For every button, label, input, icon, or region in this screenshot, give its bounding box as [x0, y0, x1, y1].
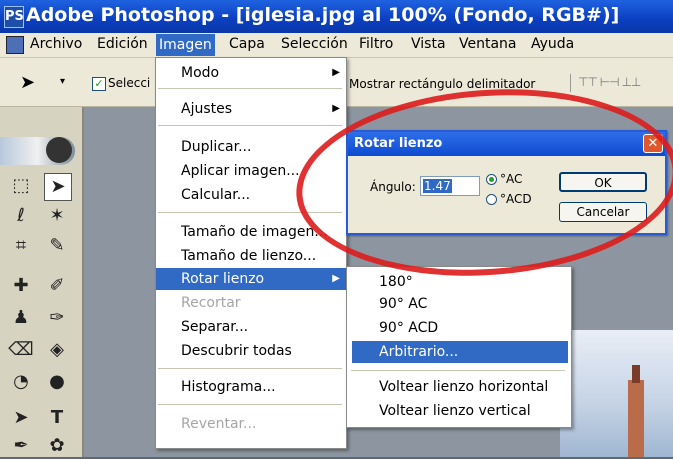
menu-item-recortar: Recortar: [181, 295, 241, 311]
submenu-item-arbitrario[interactable]: Arbitrario...: [352, 341, 568, 363]
pen-tool-icon[interactable]: ✒: [8, 433, 34, 459]
dodge-tool-icon[interactable]: ●: [44, 369, 70, 395]
menu-bar: Archivo Edición Imagen Capa Selección Fi…: [0, 33, 673, 58]
imagen-menu: Modo ▶ Ajustes ▶ Duplicar... Aplicar image…: [155, 57, 347, 449]
church-tower: [628, 380, 644, 457]
menu-item-tamano-lienzo[interactable]: Tamaño de lienzo...: [156, 245, 346, 267]
menu-ventana[interactable]: Ventana: [459, 36, 517, 52]
eye-logo-icon: [46, 137, 72, 163]
type-tool-icon[interactable]: T: [44, 405, 70, 431]
paint-bucket-icon[interactable]: ◈: [44, 337, 70, 363]
align-buttons-icon[interactable]: ⊤⊤ ⊢⊣ ⊥⊥: [578, 75, 641, 89]
path-select-icon[interactable]: ➤: [8, 405, 34, 431]
blur-tool-icon[interactable]: ◔: [8, 369, 34, 395]
menu-separator: [158, 125, 342, 126]
document-image[interactable]: [560, 330, 673, 457]
church-spire: [632, 365, 640, 383]
menu-capa[interactable]: Capa: [229, 36, 265, 52]
submenu-item-voltear-vertical[interactable]: Voltear lienzo vertical: [347, 400, 569, 422]
submenu-item-voltear-horizontal[interactable]: Voltear lienzo horizontal: [347, 376, 569, 398]
menu-item-reventar: Reventar...: [181, 416, 257, 432]
document-icon[interactable]: [6, 36, 24, 54]
move-tool-preset-icon[interactable]: ➤: [20, 72, 35, 93]
crop-tool-icon[interactable]: ⌗: [8, 233, 34, 259]
shape-tool-icon[interactable]: ✿: [44, 433, 70, 459]
auto-select-checkbox[interactable]: ✓: [92, 77, 106, 91]
divider: [570, 74, 571, 92]
submenu-arrow-icon: ▶: [332, 67, 340, 78]
chevron-down-icon[interactable]: ▾: [60, 76, 65, 87]
stamp-tool-icon[interactable]: ♟: [8, 305, 34, 331]
menu-archivo[interactable]: Archivo: [30, 36, 82, 52]
rotar-lienzo-submenu: 180° 90° AC 90° ACD Arbitrario... Voltea…: [346, 266, 572, 428]
menu-item-modo[interactable]: Modo ▶: [156, 62, 346, 84]
toolbox: ⬚ ➤ ℓ ✶ ⌗ ✎ ✚ ✐ ♟ ✑ ⌫ ◈ ◔ ● ➤ T ✒ ✿: [0, 107, 84, 457]
marquee-tool-icon[interactable]: ⬚: [8, 173, 34, 199]
menu-separator: [158, 368, 342, 369]
menu-ayuda[interactable]: Ayuda: [531, 36, 574, 52]
submenu-arrow-icon: ▶: [332, 273, 340, 284]
menu-separator: [158, 404, 342, 405]
menu-item-label: Modo: [181, 65, 220, 81]
menu-item-label: Rotar lienzo: [181, 271, 265, 287]
menu-imagen[interactable]: Imagen: [156, 34, 215, 56]
menu-item-separar[interactable]: Separar...: [156, 316, 346, 338]
eraser-tool-icon[interactable]: ⌫: [8, 337, 34, 363]
menu-vista[interactable]: Vista: [411, 36, 446, 52]
window-title: Adobe Photoshop - [iglesia.jpg al 100% (…: [26, 4, 620, 26]
move-tool-icon[interactable]: ➤: [44, 173, 72, 201]
menu-item-descubrir-todas[interactable]: Descubrir todas: [156, 340, 346, 362]
title-bar: PS Adobe Photoshop - [iglesia.jpg al 100…: [0, 0, 673, 33]
healing-brush-icon[interactable]: ✚: [8, 273, 34, 299]
menu-item-ajustes[interactable]: Ajustes ▶: [156, 98, 346, 120]
menu-separator: [158, 88, 342, 89]
brush-tool-icon[interactable]: ✐: [44, 273, 70, 299]
lasso-tool-icon[interactable]: ℓ: [8, 203, 34, 229]
menu-item-histograma[interactable]: Histograma...: [156, 376, 346, 398]
menu-item-label: Ajustes: [181, 101, 233, 117]
submenu-arrow-icon: ▶: [332, 103, 340, 114]
menu-separator: [351, 370, 565, 371]
submenu-item-90-ac[interactable]: 90° AC: [347, 293, 569, 315]
menu-seleccion[interactable]: Selección: [281, 36, 348, 52]
menu-filtro[interactable]: Filtro: [359, 36, 393, 52]
slice-tool-icon[interactable]: ✎: [44, 233, 70, 259]
menu-edicion[interactable]: Edición: [97, 36, 148, 52]
photoshop-app-icon: PS: [4, 6, 24, 28]
auto-select-label: Selecci: [108, 76, 151, 90]
menu-item-rotar-lienzo[interactable]: Rotar lienzo ▶: [156, 268, 346, 290]
history-brush-icon[interactable]: ✑: [44, 305, 70, 331]
submenu-item-90-acd[interactable]: 90° ACD: [347, 317, 569, 339]
magic-wand-icon[interactable]: ✶: [44, 203, 70, 229]
